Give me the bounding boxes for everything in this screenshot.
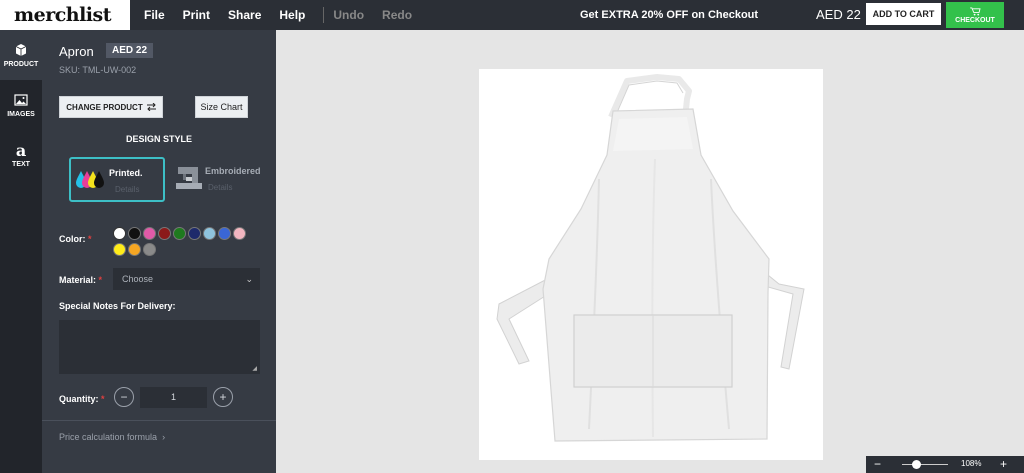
change-product-label: CHANGE PRODUCT bbox=[66, 102, 143, 112]
redo-button[interactable]: Redo bbox=[382, 8, 412, 22]
material-select[interactable]: Choose ⌄ bbox=[113, 268, 260, 290]
product-panel: Apron AED 22 SKU: TML-UW-002 CHANGE PROD… bbox=[42, 30, 276, 473]
menu-print[interactable]: Print bbox=[183, 8, 210, 22]
zoom-slider-track[interactable] bbox=[902, 464, 948, 465]
color-swatch[interactable] bbox=[203, 227, 216, 240]
color-swatch[interactable] bbox=[128, 227, 141, 240]
chevron-down-icon: ⌄ bbox=[245, 274, 253, 284]
chevron-right-icon: › bbox=[159, 432, 166, 442]
resize-handle-icon[interactable]: ◢ bbox=[252, 365, 257, 372]
printed-label: Printed. bbox=[109, 168, 143, 178]
checkout-button[interactable]: CHECKOUT bbox=[946, 2, 1004, 28]
promo-banner: Get EXTRA 20% OFF on Checkout bbox=[580, 9, 759, 21]
color-label: Color: * bbox=[59, 234, 92, 244]
tool-rail: PRODUCT IMAGES a TEXT bbox=[0, 30, 42, 473]
quantity-increment-button[interactable]: + bbox=[213, 387, 233, 407]
rail-images-label: IMAGES bbox=[7, 110, 35, 118]
zoom-in-button[interactable]: + bbox=[1000, 457, 1007, 471]
size-chart-button[interactable]: Size Chart bbox=[195, 96, 248, 118]
price-badge: AED 22 bbox=[106, 43, 154, 58]
apron-mockup bbox=[496, 74, 805, 442]
color-swatch[interactable] bbox=[158, 227, 171, 240]
quantity-input[interactable]: 1 bbox=[140, 387, 207, 408]
cart-price: AED 22 bbox=[816, 7, 861, 22]
add-to-cart-button[interactable]: ADD TO CART bbox=[866, 3, 941, 25]
change-product-button[interactable]: CHANGE PRODUCT bbox=[59, 96, 163, 118]
color-swatch[interactable] bbox=[128, 243, 141, 256]
logo-text: merchlist bbox=[14, 4, 112, 26]
quantity-required-mark: * bbox=[101, 394, 105, 404]
embroidered-label: Embroidered bbox=[205, 166, 261, 176]
rail-images[interactable]: IMAGES bbox=[0, 80, 42, 130]
color-swatch[interactable] bbox=[218, 227, 231, 240]
product-sku: SKU: TML-UW-002 bbox=[59, 65, 137, 75]
notes-label: Special Notes For Delivery: bbox=[59, 301, 176, 311]
swap-icon bbox=[146, 103, 156, 111]
price-formula-link[interactable]: Price calculation formula › bbox=[59, 432, 165, 442]
checkout-label: CHECKOUT bbox=[955, 16, 995, 24]
product-name: Apron bbox=[59, 44, 94, 59]
material-label: Material: * bbox=[59, 275, 102, 285]
design-style-printed[interactable]: Printed. Details bbox=[69, 157, 165, 202]
menu-share[interactable]: Share bbox=[228, 8, 261, 22]
undo-button[interactable]: Undo bbox=[333, 8, 364, 22]
cube-icon bbox=[15, 43, 27, 56]
color-label-text: Color: bbox=[59, 234, 86, 244]
top-bar: merchlist File Print Share Help Undo Red… bbox=[0, 0, 1024, 30]
zoom-slider-handle[interactable] bbox=[912, 460, 921, 469]
price-formula-text: Price calculation formula bbox=[59, 432, 158, 442]
embroidered-details-link[interactable]: Details bbox=[208, 183, 232, 192]
quantity-label-text: Quantity: bbox=[59, 394, 99, 404]
material-label-text: Material: bbox=[59, 275, 97, 285]
main-menu: File Print Share Help Undo Redo bbox=[144, 0, 430, 30]
rail-product[interactable]: PRODUCT bbox=[0, 30, 42, 80]
color-swatches bbox=[113, 227, 253, 256]
rail-text[interactable]: a TEXT bbox=[0, 130, 42, 180]
color-swatch[interactable] bbox=[233, 227, 246, 240]
zoom-out-button[interactable]: − bbox=[874, 457, 881, 471]
text-icon: a bbox=[15, 140, 27, 160]
logo[interactable]: merchlist bbox=[0, 0, 130, 30]
menu-help[interactable]: Help bbox=[279, 8, 305, 22]
rail-product-label: PRODUCT bbox=[3, 60, 39, 68]
color-swatch[interactable] bbox=[143, 227, 156, 240]
cart-icon bbox=[969, 6, 981, 16]
color-swatch[interactable] bbox=[113, 243, 126, 256]
panel-divider bbox=[42, 420, 276, 421]
zoom-controls: − 108% + bbox=[866, 456, 1024, 473]
color-swatch[interactable] bbox=[113, 227, 126, 240]
color-swatch[interactable] bbox=[173, 227, 186, 240]
design-style-embroidered[interactable]: Embroidered Details bbox=[172, 157, 272, 202]
material-select-value: Choose bbox=[122, 274, 154, 284]
image-icon bbox=[14, 93, 28, 106]
ink-drops-icon bbox=[76, 171, 104, 188]
quantity-label: Quantity: * bbox=[59, 394, 105, 404]
menu-divider bbox=[323, 7, 325, 23]
delivery-notes-textarea[interactable]: ◢ bbox=[59, 320, 260, 374]
color-swatch[interactable] bbox=[143, 243, 156, 256]
menu-file[interactable]: File bbox=[144, 8, 165, 22]
color-required-mark: * bbox=[88, 234, 92, 244]
color-swatch[interactable] bbox=[188, 227, 201, 240]
printed-details-link[interactable]: Details bbox=[115, 185, 139, 194]
material-required-mark: * bbox=[98, 275, 103, 285]
design-style-title: DESIGN STYLE bbox=[125, 134, 192, 144]
quantity-decrement-button[interactable]: − bbox=[114, 387, 134, 407]
embroidery-machine-icon bbox=[176, 167, 202, 189]
zoom-level: 108% bbox=[961, 459, 982, 468]
rail-text-label: TEXT bbox=[12, 160, 30, 168]
design-canvas[interactable] bbox=[479, 69, 823, 460]
